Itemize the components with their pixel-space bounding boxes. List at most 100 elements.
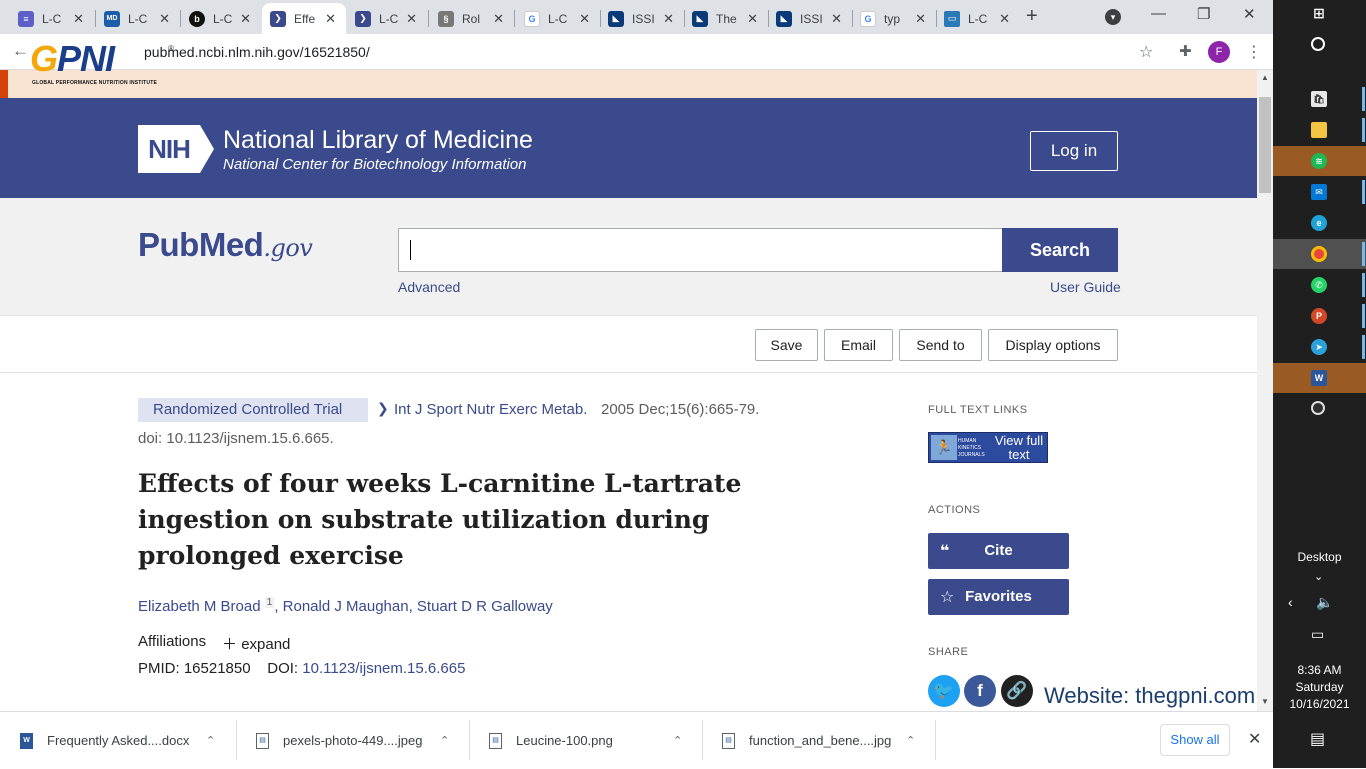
- show-all-downloads-button[interactable]: Show all: [1160, 724, 1230, 756]
- scroll-up-icon[interactable]: ▲: [1261, 73, 1269, 82]
- download-item[interactable]: ▤ function_and_bene....jpg ⌃: [722, 712, 932, 769]
- download-item[interactable]: W Frequently Asked....docx ⌃: [20, 712, 235, 769]
- menu-kebab-icon[interactable]: ⋮: [1246, 42, 1262, 62]
- bookmark-star-icon[interactable]: ☆: [1139, 42, 1153, 62]
- browser-tab[interactable]: G typ ✕: [852, 3, 936, 34]
- author-link[interactable]: Elizabeth M Broad: [138, 598, 261, 615]
- taskbar-app-edge[interactable]: e: [1273, 208, 1366, 238]
- favorites-button[interactable]: ☆ Favorites: [928, 579, 1069, 615]
- link-icon[interactable]: 🔗: [1001, 675, 1033, 707]
- chrome-icon: [1311, 246, 1327, 262]
- close-tab-icon[interactable]: ✕: [831, 11, 842, 27]
- system-clock[interactable]: 8:36 AM Saturday 10/16/2021: [1273, 662, 1366, 713]
- taskbar-app-chrome[interactable]: [1273, 239, 1366, 269]
- image-icon: ▤: [489, 732, 502, 749]
- image-icon: ▤: [256, 732, 269, 749]
- doi-link[interactable]: 10.1123/ijsnem.15.6.665: [302, 660, 465, 677]
- close-tab-icon[interactable]: ✕: [325, 11, 336, 27]
- send-to-button[interactable]: Send to: [899, 329, 982, 361]
- profile-avatar[interactable]: F: [1208, 41, 1230, 63]
- author-link[interactable]: Stuart D R Galloway: [417, 598, 553, 615]
- browser-tab[interactable]: ◣ The ✕: [684, 3, 768, 34]
- browser-tab[interactable]: b L-C ✕: [181, 3, 261, 34]
- browser-tab[interactable]: ▭ L-C ✕: [936, 3, 1020, 34]
- download-item[interactable]: ▤ pexels-photo-449....jpeg ⌃: [256, 712, 466, 769]
- double-chevron-down-icon[interactable]: ⌄: [1314, 570, 1323, 583]
- chevron-up-icon[interactable]: ⌃: [206, 734, 215, 747]
- browser-tab[interactable]: ◣ ISSI ✕: [768, 3, 852, 34]
- cite-button[interactable]: ❝ Cite: [928, 533, 1069, 569]
- notification-center-icon[interactable]: ▤: [1310, 729, 1325, 749]
- chevron-left-icon[interactable]: ‹: [1288, 594, 1293, 610]
- close-tab-icon[interactable]: ✕: [747, 11, 758, 27]
- cortana-button[interactable]: [1273, 30, 1366, 60]
- taskbar-app-whatsapp[interactable]: ✆: [1273, 270, 1366, 300]
- close-tab-icon[interactable]: ✕: [663, 11, 674, 27]
- user-guide-link[interactable]: User Guide: [1050, 279, 1121, 295]
- taskbar-app-spotify[interactable]: ≋: [1273, 146, 1366, 176]
- search-button[interactable]: Search: [1002, 228, 1118, 272]
- close-tab-icon[interactable]: ✕: [159, 11, 170, 27]
- chevron-right-icon[interactable]: ❯: [377, 400, 389, 417]
- close-tab-icon[interactable]: ✕: [73, 11, 84, 27]
- new-tab-icon[interactable]: +: [1026, 5, 1038, 28]
- chevron-up-icon[interactable]: ⌃: [440, 734, 449, 747]
- volume-icon[interactable]: 🔈: [1316, 594, 1333, 611]
- login-button[interactable]: Log in: [1030, 131, 1118, 171]
- browser-tab[interactable]: § Rol ✕: [430, 3, 514, 34]
- browser-tab[interactable]: G L-C ✕: [516, 3, 600, 34]
- taskbar-app-mail[interactable]: ✉: [1273, 177, 1366, 207]
- journal-link[interactable]: Int J Sport Nutr Exerc Metab.: [394, 401, 587, 418]
- author-link[interactable]: Ronald J Maughan: [283, 598, 409, 615]
- taskbar-app-word[interactable]: W: [1273, 363, 1366, 393]
- scroll-down-icon[interactable]: ▼: [1261, 697, 1269, 706]
- close-download-bar-icon[interactable]: ✕: [1248, 729, 1261, 749]
- scroll-thumb[interactable]: [1259, 97, 1271, 193]
- restore-icon[interactable]: ❐: [1197, 5, 1210, 23]
- close-tab-icon[interactable]: ✕: [493, 11, 504, 27]
- back-arrow-icon[interactable]: ←: [12, 41, 29, 61]
- taskbar-app-powerpoint[interactable]: P: [1273, 301, 1366, 331]
- nih-logo[interactable]: NIH: [138, 125, 216, 173]
- pubmed-logo[interactable]: PubMed.gov: [138, 226, 313, 264]
- start-button[interactable]: ⊞: [1273, 0, 1366, 30]
- taskbar-app-store[interactable]: 🛍: [1273, 84, 1366, 114]
- nlm-title[interactable]: National Library of Medicine: [223, 126, 533, 155]
- save-button[interactable]: Save: [755, 329, 818, 361]
- close-tab-icon[interactable]: ✕: [579, 11, 590, 27]
- close-tab-icon[interactable]: ✕: [240, 11, 251, 27]
- close-window-icon[interactable]: ✕: [1243, 5, 1256, 23]
- view-full-text-button[interactable]: 🏃 HUMAN KINETICS JOURNALS View full text: [928, 432, 1048, 463]
- page-content: NIH National Library of Medicine Nationa…: [0, 70, 1257, 711]
- twitter-icon[interactable]: 🐦: [928, 675, 960, 707]
- tab-search-icon[interactable]: ▾: [1105, 9, 1121, 25]
- download-item[interactable]: ▤ Leucine-100.png ⌃: [489, 712, 699, 769]
- email-button[interactable]: Email: [824, 329, 893, 361]
- address-bar[interactable]: pubmed.ncbi.nlm.nih.gov/16521850/: [144, 44, 370, 60]
- browser-tab[interactable]: ◣ ISSI ✕: [600, 3, 684, 34]
- extensions-puzzle-icon[interactable]: ✚: [1179, 42, 1192, 60]
- taskbar-app-explorer[interactable]: [1273, 115, 1366, 145]
- browser-tab[interactable]: ≡ L-C ✕: [10, 3, 94, 34]
- minimize-icon[interactable]: —: [1151, 5, 1166, 22]
- taskbar-app-obs[interactable]: [1273, 394, 1366, 424]
- search-input[interactable]: [398, 228, 1003, 272]
- publication-type-badge: Randomized Controlled Trial: [138, 398, 368, 422]
- close-tab-icon[interactable]: ✕: [999, 11, 1010, 27]
- doi-citation: doi: 10.1123/ijsnem.15.6.665.: [138, 430, 334, 447]
- chevron-up-icon[interactable]: ⌃: [906, 734, 915, 747]
- close-tab-icon[interactable]: ✕: [915, 11, 926, 27]
- chevron-up-icon[interactable]: ⌃: [673, 734, 682, 747]
- advanced-search-link[interactable]: Advanced: [398, 279, 460, 295]
- tablet-mode-icon[interactable]: ▭: [1311, 626, 1324, 643]
- browser-tab[interactable]: MD L-C ✕: [96, 3, 180, 34]
- facebook-icon[interactable]: f: [964, 675, 996, 707]
- expand-affiliations[interactable]: ＋ expand: [222, 633, 290, 654]
- desktop-toolbar-label[interactable]: Desktop: [1273, 550, 1366, 564]
- browser-tab-active[interactable]: ❯ Effe ✕: [262, 3, 346, 34]
- affiliation-number[interactable]: 1: [264, 597, 275, 608]
- taskbar-app-telegram[interactable]: ➤: [1273, 332, 1366, 362]
- display-options-button[interactable]: Display options: [988, 329, 1118, 361]
- close-tab-icon[interactable]: ✕: [406, 11, 417, 27]
- browser-tab[interactable]: ❯ L-C ✕: [347, 3, 427, 34]
